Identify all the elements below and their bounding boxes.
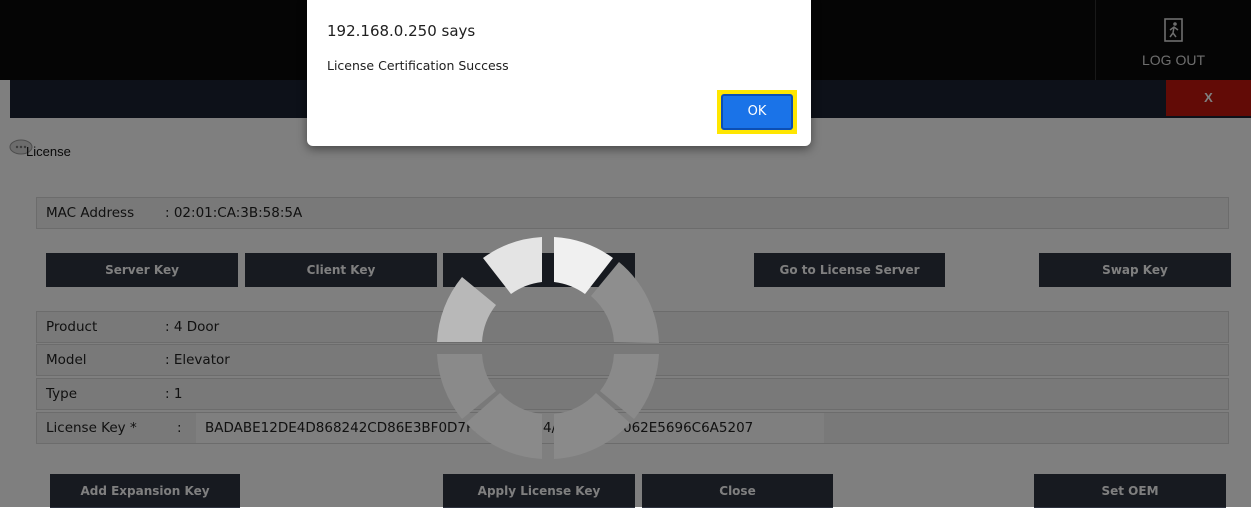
dialog-title: 192.168.0.250 says bbox=[327, 22, 476, 40]
ok-button[interactable]: OK bbox=[721, 94, 793, 130]
loading-spinner-icon bbox=[437, 237, 659, 459]
dialog-message: License Certification Success bbox=[327, 58, 509, 73]
license-page: LOG OUT X License MAC Address : 02:01:CA… bbox=[0, 0, 1251, 508]
alert-dialog: 192.168.0.250 says License Certification… bbox=[307, 0, 811, 146]
